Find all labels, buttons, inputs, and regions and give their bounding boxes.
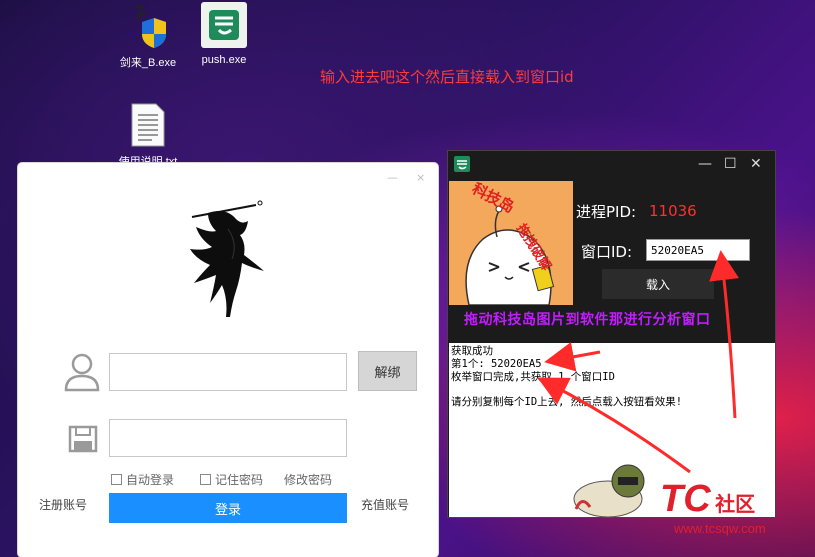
pid-label: 进程PID: (576, 203, 637, 221)
instruction-annotation: 输入进去吧这个然后直接载入到窗口id (320, 68, 574, 86)
login-window: — × 解绑 自动登录 记住密码 修改密码 注册账号 登录 充值账号 (18, 163, 438, 557)
minimize-button[interactable]: — (387, 171, 398, 184)
window-id-input[interactable] (646, 239, 750, 261)
recharge-link[interactable]: 充值账号 (361, 496, 409, 513)
drag-hint-text: 拖动科技岛图片到软件那进行分析窗口 (464, 312, 711, 328)
watermark-suffix: 社区 (715, 494, 756, 516)
app-icon (454, 156, 470, 172)
shield-exe-icon (128, 4, 168, 48)
username-input[interactable] (109, 353, 347, 391)
save-disk-icon (68, 425, 98, 453)
user-icon (64, 352, 100, 392)
window-id-label: 窗口ID: (581, 243, 633, 261)
swordsman-logo (186, 199, 270, 319)
password-input[interactable] (109, 419, 347, 457)
watermark-brand: TC (660, 478, 711, 520)
drag-target-banner[interactable]: 科技岛 拖拽破解 (449, 181, 573, 305)
easy-language-app-icon (201, 2, 247, 48)
checkbox-box[interactable] (200, 474, 211, 485)
checkbox-label: 自动登录 (126, 473, 175, 487)
log-line: 请分别复制每个ID上去, 然后点载入按钮看效果! (451, 396, 683, 408)
unlock-button[interactable]: 解绑 (358, 351, 417, 391)
mascot-illustration (568, 459, 658, 519)
analysis-tool-window: — ☐ ✕ 科技岛 拖拽破解 进程PID: 11036 窗口ID: 载入 拖动科… (447, 150, 776, 518)
close-button[interactable]: ✕ (750, 156, 762, 172)
login-button[interactable]: 登录 (109, 493, 347, 523)
log-line: 枚举窗口完成,共获取 1 个窗口ID (451, 371, 615, 383)
desktop-icon-label: 剑来_B.exe (119, 57, 177, 69)
desktop-icon-jianlai[interactable]: 剑来_B.exe (108, 4, 188, 70)
desktop-icon-readme[interactable]: 使用说明.txt (108, 103, 188, 169)
maximize-button[interactable]: ☐ (724, 156, 737, 172)
title-bar[interactable]: — ☐ ✕ (448, 151, 775, 179)
tc-watermark: TC 社区 www.tcsqw.com (660, 478, 766, 536)
watermark-url: www.tcsqw.com (674, 521, 766, 536)
close-button[interactable]: × (416, 171, 425, 184)
checkbox-label: 记住密码 (215, 473, 264, 487)
log-line: 获取成功 (451, 345, 493, 357)
checkbox-box[interactable] (111, 474, 122, 485)
desktop-icon-label: push.exe (201, 54, 247, 66)
load-button[interactable]: 载入 (602, 269, 714, 299)
desktop-icon-push[interactable]: push.exe (184, 2, 264, 66)
text-file-icon (130, 103, 166, 147)
register-link[interactable]: 注册账号 (39, 496, 87, 513)
pid-value: 11036 (649, 202, 697, 220)
remember-password-checkbox[interactable]: 记住密码 (200, 471, 263, 488)
auto-login-checkbox[interactable]: 自动登录 (111, 471, 174, 488)
log-line: 第1个: 52020EA5 (451, 358, 542, 370)
minimize-button[interactable]: — (698, 156, 712, 172)
change-password-link[interactable]: 修改密码 (284, 471, 332, 488)
